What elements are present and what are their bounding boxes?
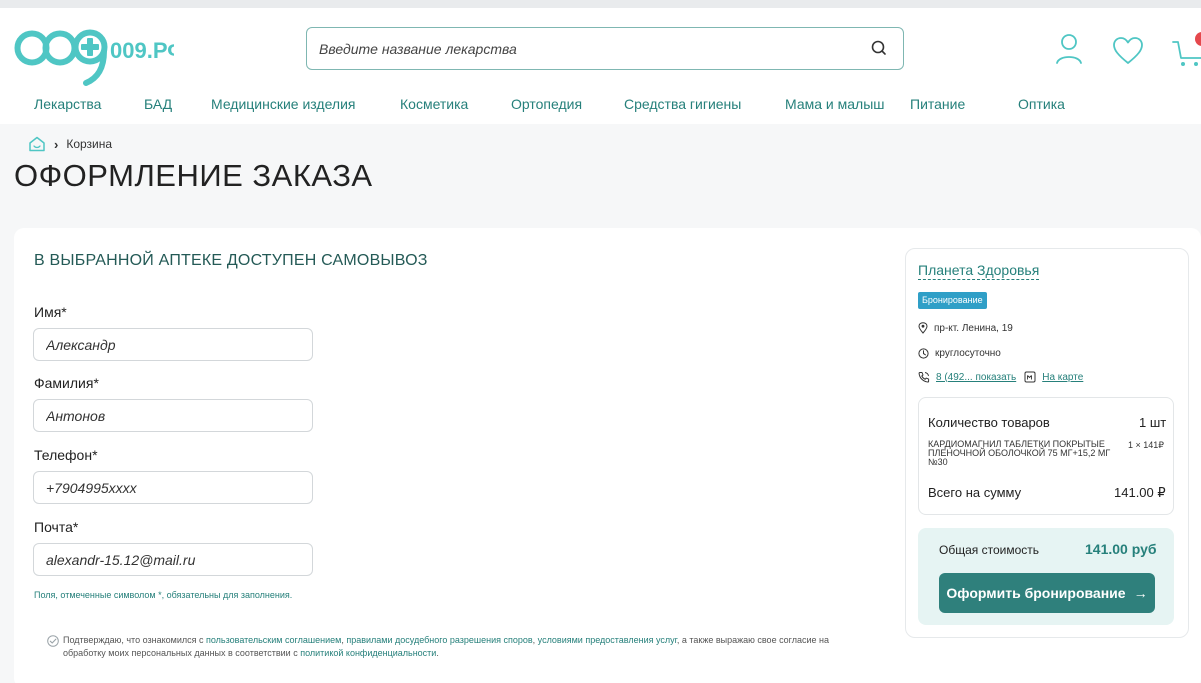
email-label: Почта* <box>34 519 79 535</box>
booking-badge: Бронирование <box>918 292 987 309</box>
phone-icon <box>918 372 930 383</box>
email-field[interactable] <box>33 543 313 576</box>
item-count-label: Количество товаров <box>928 415 1050 430</box>
phone-label: Телефон* <box>34 447 98 463</box>
show-on-map-link[interactable]: На карте <box>1042 372 1083 383</box>
heart-icon[interactable] <box>1112 36 1144 66</box>
category-nav: Лекарства БАД Медицинские изделия Космет… <box>0 94 1201 124</box>
search-box <box>306 27 904 70</box>
breadcrumb-current: Корзина <box>66 137 113 151</box>
top-strip <box>0 0 1201 8</box>
site-logo[interactable]: 009.РФ <box>14 22 174 86</box>
cart-item-quantity-price: 1 × 141₽ <box>1128 440 1165 450</box>
consent-block: Подтверждаю, что ознакомился с пользоват… <box>47 634 868 660</box>
pharmacy-name-link[interactable]: Планета Здоровья <box>918 262 1040 280</box>
pharmacy-address: пр-кт. Ленина, 19 <box>918 320 1013 336</box>
nav-item-mother-baby[interactable]: Мама и малыш <box>785 96 885 112</box>
consent-text: Подтверждаю, что ознакомился с пользоват… <box>48 634 868 660</box>
consent-checkbox[interactable] <box>47 635 59 647</box>
search-input[interactable] <box>319 28 859 69</box>
address-text: пр-кт. Ленина, 19 <box>934 322 1013 334</box>
page-title: ОФОРМЛЕНИЕ ЗАКАЗА <box>14 158 373 193</box>
first-name-label: Имя* <box>34 304 67 320</box>
breadcrumb: › Корзина <box>28 134 112 154</box>
pharmacy-hours: круглосуточно <box>918 345 1001 361</box>
total-value: 141.00 руб <box>1085 541 1157 557</box>
required-fields-note: Поля, отмеченные символом *, обязательны… <box>34 590 293 600</box>
privacy-policy-link[interactable]: политикой конфиденциальности <box>300 648 436 658</box>
item-count-value: 1 шт <box>1139 415 1167 430</box>
nav-item-nutrition[interactable]: Питание <box>910 96 965 112</box>
home-icon[interactable] <box>28 136 46 152</box>
last-name-label: Фамилия* <box>34 375 99 391</box>
dispute-rules-link[interactable]: правилами досудебного разрешения споров <box>346 635 532 645</box>
clock-icon <box>918 347 929 359</box>
chevron-right-icon: › <box>54 136 59 152</box>
subtotal-value: 141.00 ₽ <box>1114 485 1166 500</box>
user-icon[interactable] <box>1054 32 1084 66</box>
checkout-button-label: Оформить бронирование <box>946 585 1126 601</box>
cart-item-name: КАРДИОМАГНИЛ ТАБЛЕТКИ ПОКРЫТЫЕ ПЛЕНОЧНОЙ… <box>928 439 1111 467</box>
user-agreement-link[interactable]: пользовательским соглашением <box>206 635 341 645</box>
phone-field[interactable] <box>33 471 313 504</box>
map-icon <box>1024 371 1036 383</box>
search-icon[interactable] <box>869 38 889 58</box>
arrow-right-icon: → <box>1133 585 1148 601</box>
site-header: 009.РФ Лекарства БАД Медицинские изделия… <box>0 8 1201 124</box>
nav-item-supplements[interactable]: БАД <box>144 96 172 112</box>
logo-text: 009.РФ <box>110 38 174 63</box>
checkout-booking-button[interactable]: Оформить бронирование → <box>939 573 1155 613</box>
consent-text-part: . <box>436 648 439 658</box>
first-name-field[interactable] <box>33 328 313 361</box>
hours-text: круглосуточно <box>935 347 1001 359</box>
subtotal-label: Всего на сумму <box>928 485 1022 500</box>
nav-item-orthopedics[interactable]: Ортопедия <box>511 96 582 112</box>
nav-item-optics[interactable]: Оптика <box>1018 96 1065 112</box>
form-title: В ВЫБРАННОЙ АПТЕКЕ ДОСТУПЕН САМОВЫВОЗ <box>34 252 428 269</box>
nav-item-medicines[interactable]: Лекарства <box>34 96 101 112</box>
total-label: Общая стоимость <box>939 543 1039 557</box>
nav-item-cosmetics[interactable]: Косметика <box>400 96 468 112</box>
service-terms-link[interactable]: условиями предоставления услуг <box>538 635 677 645</box>
show-phone-link[interactable]: 8 (492... показать <box>936 372 1016 383</box>
nav-item-hygiene[interactable]: Средства гигиены <box>624 96 741 112</box>
last-name-field[interactable] <box>33 399 313 432</box>
location-pin-icon <box>918 322 928 334</box>
consent-text-part: Подтверждаю, что ознакомился с <box>63 635 206 645</box>
pharmacy-contacts: 8 (492... показать На карте <box>918 369 1083 385</box>
nav-item-medical-products[interactable]: Медицинские изделия <box>211 96 355 112</box>
